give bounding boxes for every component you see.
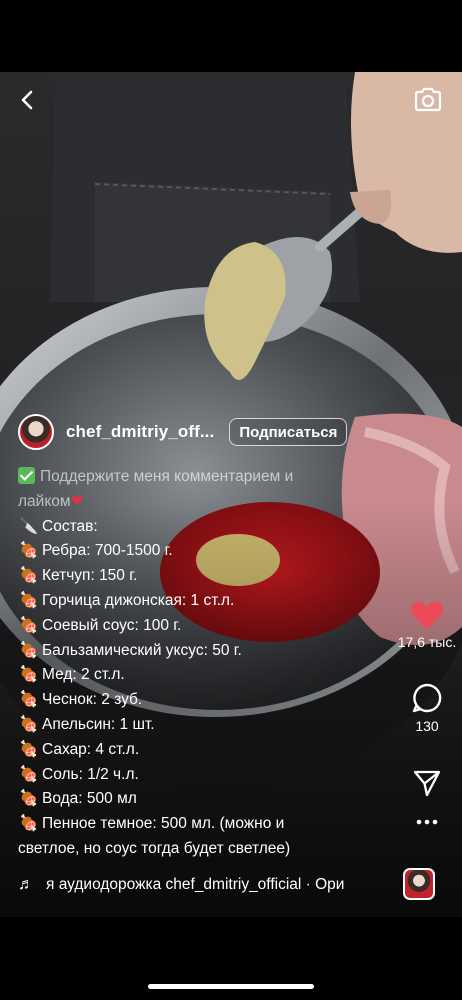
meat-icon: 🍖 <box>19 616 39 634</box>
ingredient-text: Соль: 1/2 ч.л. <box>42 765 139 783</box>
caption-line: 🍖 Апельсин: 1 шт. <box>18 713 338 738</box>
ingredient-text: Апельсин: 1 шт. <box>42 715 155 733</box>
meat-icon: 🍖 <box>19 666 39 684</box>
caption-line: 🍖 Бальзамический уксус: 50 г. <box>18 639 338 664</box>
caption-line: 🔪 Состав: <box>18 515 338 540</box>
caption-intro: Поддержите меня комментарием и лайком❤ <box>18 465 338 515</box>
audio-track-link[interactable]: ♬ я аудиодорожка chef_dmitriy_official ·… <box>18 873 372 897</box>
caption-line: 🍖 Горчица дижонская: 1 ст.л. <box>18 589 338 614</box>
caption-line: 🍖 Кетчуп: 150 г. <box>18 564 338 589</box>
caption-line: 🍖 Пенное темное: 500 мл. (можно и светлое… <box>18 812 338 862</box>
ingredient-text: Соевый соус: 100 г. <box>42 616 182 634</box>
caption[interactable]: Поддержите меня комментарием и лайком❤ 🔪… <box>18 465 338 862</box>
red-heart-icon: ❤ <box>70 492 84 510</box>
caption-line: 🍖 Вода: 500 мл <box>18 787 338 812</box>
ingredient-text: Чеснок: 2 зуб. <box>42 691 143 709</box>
ingredient-text: Ребра: 700-1500 г. <box>42 542 173 560</box>
caption-line: 🍖 Соевый соус: 100 г. <box>18 614 338 639</box>
caption-line: 🍖 Ребра: 700-1500 г. <box>18 539 338 564</box>
meat-icon: 🍖 <box>19 790 39 808</box>
heart-icon <box>410 601 444 629</box>
caption-line: 🍖 Соль: 1/2 ч.л. <box>18 763 338 788</box>
home-indicator <box>148 984 314 989</box>
caption-line: 🍖 Чеснок: 2 зуб. <box>18 688 338 713</box>
meat-icon: 🍖 <box>19 740 39 758</box>
author-row: chef_dmitriy_off... Подписаться <box>18 413 348 451</box>
like-count: 17,6 тыс. <box>397 634 457 650</box>
music-note-icon: ♬ <box>18 876 34 893</box>
caption-line: 🍖 Сахар: 4 ст.л. <box>18 738 338 763</box>
ingredient-text: Пенное темное: 500 мл. (можно и светлое,… <box>18 815 291 857</box>
chevron-left-icon <box>21 90 33 110</box>
more-options-button[interactable] <box>392 818 462 826</box>
meat-icon: 🍖 <box>19 567 39 585</box>
caption-intro-text: Поддержите меня комментарием и лайком <box>18 468 294 510</box>
caption-line: 🍖 Мед: 2 ст.л. <box>18 663 338 688</box>
meat-icon: 🍖 <box>19 715 39 733</box>
send-icon <box>413 770 441 797</box>
comment-icon <box>412 683 442 713</box>
like-button[interactable]: 17,6 тыс. <box>392 600 462 650</box>
meat-icon: 🍖 <box>19 765 39 783</box>
follow-button[interactable]: Подписаться <box>229 418 348 446</box>
ingredients-heading: Состав: <box>42 517 98 535</box>
comment-button[interactable]: 130 <box>392 682 462 734</box>
comment-count: 130 <box>415 718 439 734</box>
meat-icon: 🍖 <box>19 542 39 560</box>
ingredient-text: Кетчуп: 150 г. <box>42 567 138 585</box>
author-avatar[interactable] <box>18 414 54 450</box>
check-mark-icon <box>18 467 35 484</box>
ingredient-text: Мед: 2 ст.л. <box>42 666 125 684</box>
meat-icon: 🍖 <box>19 641 39 659</box>
audio-track-text: я аудиодорожка chef_dmitriy_official · О… <box>46 876 345 893</box>
ingredient-text: Горчица дижонская: 1 ст.л. <box>42 591 235 609</box>
camera-button[interactable] <box>412 84 444 116</box>
meat-icon: 🍖 <box>19 815 39 833</box>
ingredient-text: Сахар: 4 ст.л. <box>42 740 140 758</box>
share-button[interactable] <box>392 768 462 798</box>
meat-icon: 🍖 <box>19 591 39 609</box>
camera-icon <box>414 87 442 112</box>
more-icon <box>416 819 438 825</box>
meat-icon: 🍖 <box>19 691 39 709</box>
ingredient-text: Вода: 500 мл <box>42 790 137 808</box>
back-button[interactable] <box>12 84 44 116</box>
author-username[interactable]: chef_dmitriy_off... <box>66 422 214 442</box>
knife-icon: 🔪 <box>19 517 39 535</box>
audio-thumbnail[interactable] <box>403 868 435 900</box>
ingredient-text: Бальзамический уксус: 50 г. <box>42 641 242 659</box>
